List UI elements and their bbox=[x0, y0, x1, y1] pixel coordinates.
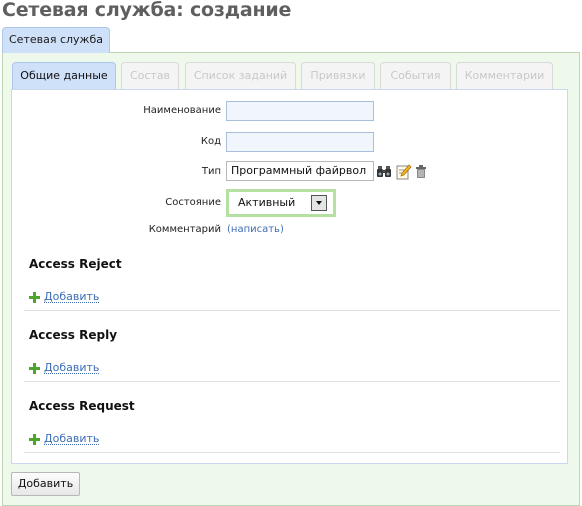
tab-task-list[interactable]: Список заданий bbox=[185, 62, 296, 89]
tab-bindings[interactable]: Привязки bbox=[301, 62, 375, 89]
plus-icon bbox=[29, 292, 40, 303]
tab-comments[interactable]: Комментарии bbox=[456, 62, 553, 89]
write-comment-link[interactable]: (написать) bbox=[227, 224, 284, 235]
divider bbox=[24, 310, 560, 311]
plus-icon bbox=[29, 434, 40, 445]
tab-composition[interactable]: Состав bbox=[121, 62, 179, 89]
binoculars-icon[interactable] bbox=[377, 165, 391, 178]
trash-icon[interactable] bbox=[415, 165, 427, 178]
plus-icon bbox=[29, 363, 40, 374]
code-input[interactable] bbox=[226, 132, 374, 152]
type-label: Тип bbox=[201, 166, 221, 177]
code-label: Код bbox=[200, 136, 221, 147]
name-input[interactable] bbox=[226, 101, 374, 121]
section-title-access-request: Access Request bbox=[29, 399, 135, 413]
tab-network-service[interactable]: Сетевая служба bbox=[2, 27, 110, 53]
edit-icon[interactable] bbox=[396, 164, 412, 180]
add-access-reject-link[interactable]: Добавить bbox=[44, 290, 99, 303]
chevron-down-icon[interactable] bbox=[311, 195, 327, 211]
divider bbox=[24, 452, 560, 453]
tab-general[interactable]: Общие данные bbox=[12, 62, 116, 90]
add-access-request-link[interactable]: Добавить bbox=[44, 432, 99, 445]
comment-label: Комментарий bbox=[148, 224, 221, 235]
add-access-reply-link[interactable]: Добавить bbox=[44, 361, 99, 374]
divider bbox=[24, 381, 560, 382]
section-title-access-reject: Access Reject bbox=[29, 257, 122, 271]
state-select[interactable]: Активный bbox=[226, 189, 336, 217]
add-button[interactable]: Добавить bbox=[11, 472, 80, 496]
section-title-access-reply: Access Reply bbox=[29, 328, 118, 342]
tab-events[interactable]: События bbox=[380, 62, 451, 89]
state-label: Состояние bbox=[165, 197, 221, 208]
name-label: Наименование bbox=[143, 105, 221, 116]
type-field[interactable]: Программный файрвол bbox=[226, 161, 374, 181]
page-title: Сетевая служба: создание bbox=[2, 0, 292, 21]
